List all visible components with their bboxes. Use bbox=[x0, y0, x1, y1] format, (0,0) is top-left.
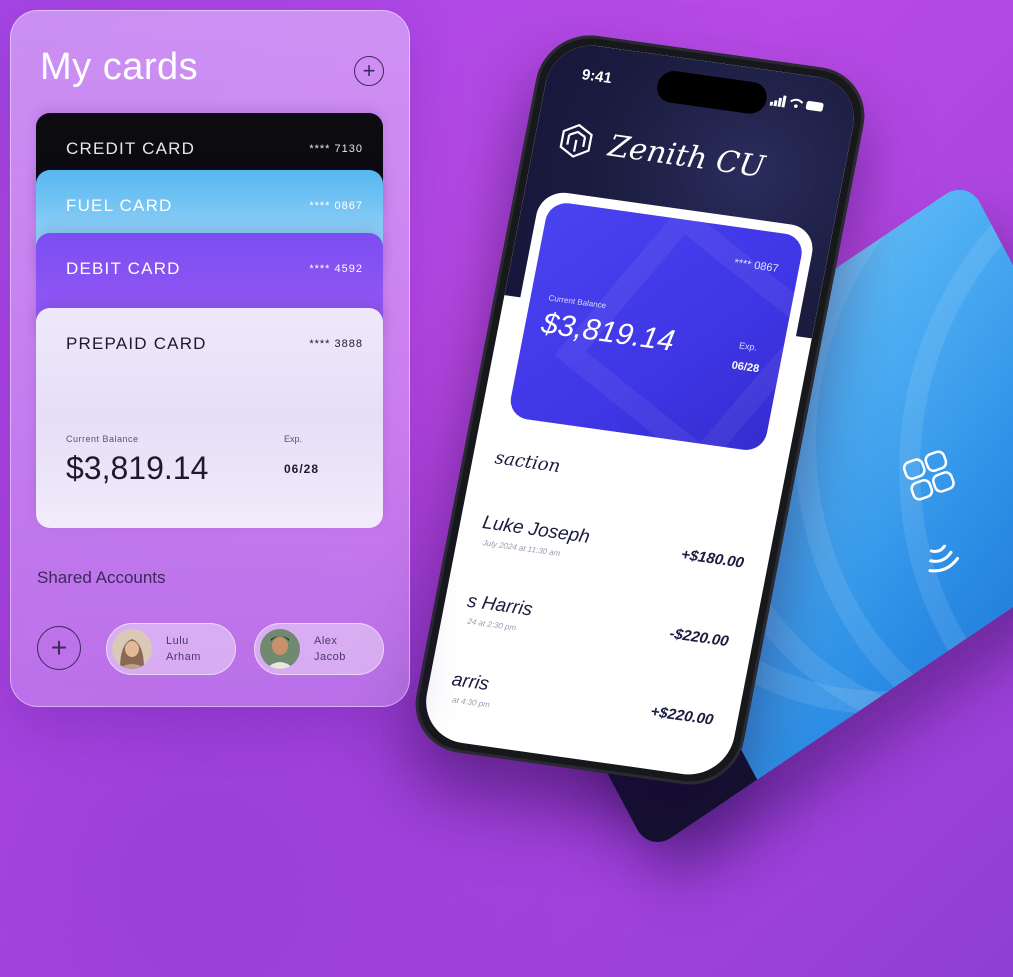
transaction-row[interactable]: arris at 4:30 pm +$220.00 bbox=[443, 669, 715, 761]
card-label: CREDIT CARD bbox=[66, 139, 196, 158]
transaction-row[interactable]: s Harris 24 at 2:30 pm -$220.00 bbox=[459, 591, 731, 683]
card-label: FUEL CARD bbox=[66, 196, 173, 215]
my-cards-panel: My cards + CREDIT CARD **** 7130 FUEL CA… bbox=[10, 10, 410, 707]
transaction-name: arris bbox=[450, 669, 491, 696]
transaction-date: at 4:30 pm bbox=[451, 695, 491, 710]
card-number: **** 7130 bbox=[309, 143, 363, 155]
balance-label: Current Balance bbox=[66, 434, 139, 444]
member-name: Lulu Arham bbox=[166, 635, 201, 663]
transaction-amount: +$220.00 bbox=[649, 703, 715, 729]
member-chip-alex[interactable]: Alex Jacob bbox=[254, 623, 384, 675]
transaction-amount: +$180.00 bbox=[679, 546, 746, 572]
add-card-button[interactable]: + bbox=[354, 56, 384, 86]
transaction-amount: -$220.00 bbox=[668, 625, 731, 651]
card-label: DEBIT CARD bbox=[66, 259, 181, 278]
member-name: Alex Jacob bbox=[314, 635, 346, 663]
add-member-button[interactable]: + bbox=[37, 626, 81, 670]
avatar bbox=[112, 629, 152, 669]
card-label: PREPAID CARD bbox=[66, 334, 207, 353]
card-number: **** 3888 bbox=[309, 338, 363, 350]
exp-label: Exp. bbox=[284, 434, 303, 444]
shared-accounts-title: Shared Accounts bbox=[37, 568, 166, 587]
member-chip-lulu[interactable]: Lulu Arham bbox=[106, 623, 236, 675]
transaction-row[interactable]: Luke Joseph July 2024 at 11:30 am +$180.… bbox=[474, 512, 746, 604]
panel-title: My cards bbox=[40, 46, 199, 88]
phone-body: 9:41 Zenith CU **** 0867 Current Balance… bbox=[406, 28, 874, 792]
card-number: **** 0867 bbox=[309, 200, 363, 212]
plus-icon: + bbox=[50, 632, 68, 663]
transaction-date: 24 at 2:30 pm bbox=[466, 616, 517, 633]
transactions-heading: saction bbox=[493, 447, 563, 478]
phone-card-holder: **** 0867 Current Balance $3,819.14 Exp.… bbox=[495, 189, 817, 464]
zenith-logo-icon bbox=[559, 123, 593, 158]
plus-icon: + bbox=[362, 58, 376, 83]
phone-screen: 9:41 Zenith CU **** 0867 Current Balance… bbox=[418, 39, 862, 781]
exp-date: 06/28 bbox=[284, 462, 320, 476]
phone-balance-card[interactable]: **** 0867 Current Balance $3,819.14 Exp.… bbox=[507, 200, 806, 453]
card-number: **** 4592 bbox=[309, 263, 363, 275]
phone-mockup: 9:41 Zenith CU **** 0867 Current Balance… bbox=[395, 25, 874, 815]
prepaid-card[interactable]: PREPAID CARD **** 3888 Current Balance $… bbox=[36, 308, 383, 528]
avatar bbox=[260, 629, 300, 669]
balance-amount: $3,819.14 bbox=[66, 450, 209, 486]
